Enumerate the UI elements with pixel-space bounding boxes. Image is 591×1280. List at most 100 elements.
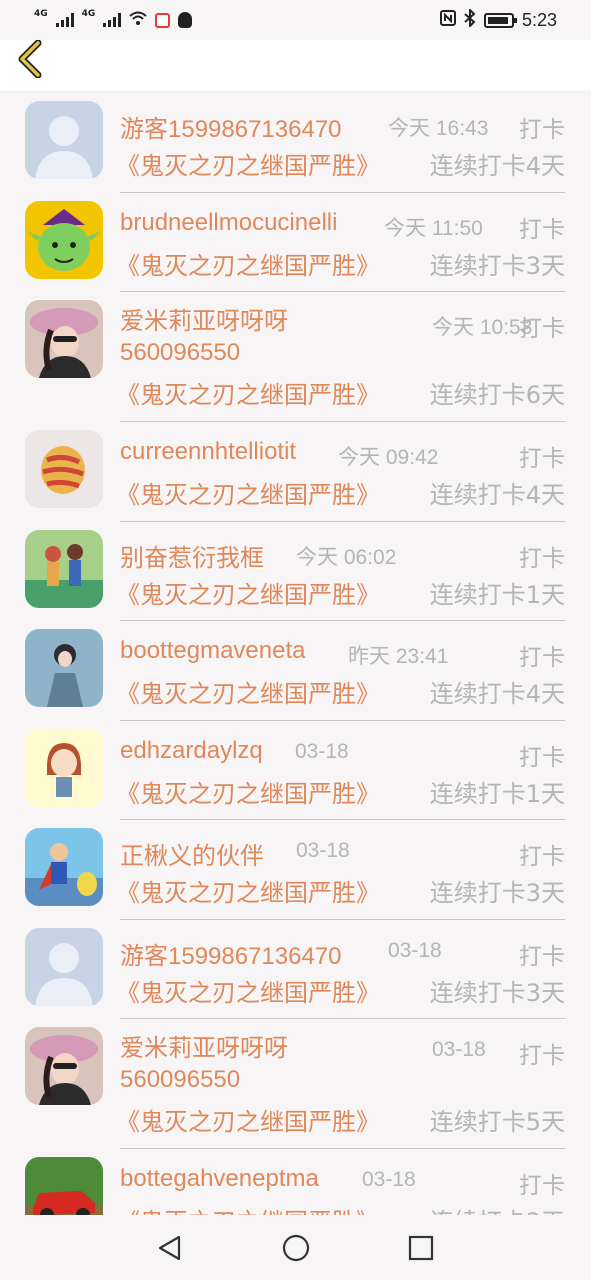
checkin-time: 03-18 — [296, 839, 350, 862]
checkin-time: 今天 11:50 — [384, 216, 483, 240]
circle-home-icon[interactable] — [281, 1233, 311, 1263]
battery-icon — [483, 12, 517, 28]
book-title[interactable]: 《鬼灭之刃之继国严胜》 — [116, 475, 380, 510]
list-item[interactable]: edhzardaylzq 03-18 打卡 《鬼灭之刃之继国严胜》 连续打卡1天 — [0, 721, 591, 820]
checkin-label: 打卡 — [519, 1172, 565, 1198]
checkin-time: 今天 16:43 — [388, 117, 489, 140]
notification-app-icon — [155, 12, 171, 28]
streak-text: 连续打卡4天 — [429, 481, 565, 509]
item-content: 正楸义的伙伴 03-18 打卡 《鬼灭之刃之继国严胜》 连续打卡3天 — [116, 820, 565, 920]
nfc-icon — [439, 10, 456, 30]
default-avatar[interactable] — [25, 927, 103, 1006]
streak-text: 连续打卡1天 — [429, 779, 565, 808]
user-name[interactable]: boottegmaveneta — [120, 637, 305, 665]
woman-hat-avatar[interactable] — [25, 300, 103, 378]
list-item[interactable]: 别奋惹衍我框 今天 06:02 打卡 《鬼灭之刃之继国严胜》 连续打卡1天 — [0, 522, 591, 621]
book-title[interactable]: 《鬼灭之刃之继国严胜》 — [116, 873, 380, 908]
user-name[interactable]: 正楸义的伙伴 — [120, 836, 264, 871]
streak-text: 连续打卡1天 — [429, 580, 565, 609]
checkin-time: 03-18 — [362, 1168, 416, 1191]
network-type-2: 4G — [81, 9, 96, 19]
book-title[interactable]: 《鬼灭之刃之继国严胜》 — [116, 674, 380, 709]
book-title[interactable]: 《鬼灭之刃之继国严胜》 — [116, 146, 380, 181]
checkin-label: 打卡 — [519, 743, 565, 770]
status-left: 4G 4G — [34, 9, 193, 29]
signal-icon — [55, 13, 74, 27]
item-content: brudneellmocucinelli 今天 11:50 打卡 《鬼灭之刃之继… — [116, 193, 565, 292]
user-name[interactable]: bottegahveneptma — [120, 1165, 319, 1193]
qq-icon — [178, 12, 193, 28]
checkin-label: 打卡 — [519, 644, 565, 670]
streak-text: 连续打卡3天 — [429, 978, 565, 1007]
list-item[interactable]: 游客1599867136470 今天 16:43 打卡 《鬼灭之刃之继国严胜》 … — [0, 93, 591, 193]
item-content: 别奋惹衍我框 今天 06:02 打卡 《鬼灭之刃之继国严胜》 连续打卡1天 — [116, 522, 565, 621]
book-title[interactable]: 《鬼灭之刃之继国严胜》 — [116, 774, 380, 809]
list-item[interactable]: bottegahveneptma 03-18 打卡 《鬼灭之刃之继国严胜》 连续… — [0, 1149, 591, 1215]
checkin-label: 打卡 — [519, 942, 565, 969]
checkin-list[interactable]: 游客1599867136470 今天 16:43 打卡 《鬼灭之刃之继国严胜》 … — [0, 93, 591, 1215]
streak-text: 连续打卡3天 — [429, 879, 565, 907]
status-right: 5:23 — [439, 7, 557, 31]
checkin-label: 打卡 — [519, 1042, 565, 1068]
item-content: 游客1599867136470 03-18 打卡 《鬼灭之刃之继国严胜》 连续打… — [116, 920, 565, 1019]
triangle-back-icon[interactable] — [155, 1233, 185, 1263]
user-name[interactable]: 爱米莉亚呀呀呀560096550 — [120, 1033, 320, 1095]
streak-text: 连续打卡3天 — [430, 1202, 565, 1215]
cartoon-girl-avatar[interactable] — [25, 728, 103, 807]
network-type-1: 4G — [34, 9, 48, 19]
book-title[interactable]: 《鬼灭之刃之继国严胜》 — [116, 1202, 380, 1215]
item-content: curreennhtelliotit 今天 09:42 打卡 《鬼灭之刃之继国严… — [116, 422, 565, 522]
user-name[interactable]: brudneellmocucinelli — [120, 209, 337, 237]
book-title[interactable]: 《鬼灭之刃之继国严胜》 — [116, 1102, 380, 1137]
streak-text: 连续打卡3天 — [429, 251, 565, 280]
status-bar: 4G 4G 5:23 — [0, 0, 591, 40]
checkin-time: 03-18 — [432, 1038, 486, 1061]
wifi-icon — [129, 11, 147, 29]
superhero-avatar[interactable] — [25, 828, 103, 906]
user-name[interactable]: 游客1599867136470 — [120, 936, 342, 971]
checkin-label: 打卡 — [519, 116, 565, 142]
green-monster-avatar[interactable] — [25, 200, 103, 279]
book-title[interactable]: 《鬼灭之刃之继国严胜》 — [116, 246, 380, 281]
header — [0, 39, 591, 92]
list-item[interactable]: 爱米莉亚呀呀呀560096550 03-18 打卡 《鬼灭之刃之继国严胜》 连续… — [0, 1019, 591, 1149]
red-car-avatar[interactable] — [25, 1157, 103, 1215]
book-title[interactable]: 《鬼灭之刃之继国严胜》 — [116, 375, 380, 410]
list-item[interactable]: curreennhtelliotit 今天 09:42 打卡 《鬼灭之刃之继国严… — [0, 422, 591, 522]
checkin-label: 打卡 — [519, 843, 565, 869]
status-time: 5:23 — [521, 9, 557, 30]
book-title[interactable]: 《鬼灭之刃之继国严胜》 — [116, 973, 380, 1008]
streak-text: 连续打卡4天 — [429, 680, 565, 708]
book-title[interactable]: 《鬼灭之刃之继国严胜》 — [116, 575, 380, 610]
list-item[interactable]: brudneellmocucinelli 今天 11:50 打卡 《鬼灭之刃之继… — [0, 193, 591, 292]
default-avatar[interactable] — [25, 101, 103, 179]
streak-text: 连续打卡5天 — [429, 1108, 565, 1136]
signal-icon — [103, 13, 122, 27]
system-nav-bar — [0, 1215, 591, 1280]
couple-avatar[interactable] — [25, 529, 103, 608]
checkin-label: 打卡 — [519, 215, 565, 242]
user-name[interactable]: 别奋惹衍我框 — [120, 538, 264, 573]
woman-hat-avatar[interactable] — [25, 1027, 103, 1105]
list-item[interactable]: boottegmaveneta 昨天 23:41 打卡 《鬼灭之刃之继国严胜》 … — [0, 621, 591, 721]
checkin-time: 今天 10:53 — [432, 316, 533, 339]
list-item[interactable]: 游客1599867136470 03-18 打卡 《鬼灭之刃之继国严胜》 连续打… — [0, 920, 591, 1019]
item-content: boottegmaveneta 昨天 23:41 打卡 《鬼灭之刃之继国严胜》 … — [116, 621, 565, 721]
user-name[interactable]: curreennhtelliotit — [120, 438, 296, 466]
list-item[interactable]: 正楸义的伙伴 03-18 打卡 《鬼灭之刃之继国严胜》 连续打卡3天 — [0, 820, 591, 920]
user-name[interactable]: edhzardaylzq — [120, 737, 263, 765]
list-item[interactable]: 爱米莉亚呀呀呀560096550 今天 10:53 打卡 《鬼灭之刃之继国严胜》… — [0, 292, 591, 422]
shell-avatar[interactable] — [25, 430, 103, 508]
user-name[interactable]: 游客1599867136470 — [120, 109, 342, 144]
checkin-time: 03-18 — [295, 739, 349, 763]
chevron-left-icon[interactable] — [14, 39, 50, 79]
streak-text: 连续打卡4天 — [429, 152, 565, 180]
checkin-time: 今天 09:42 — [338, 446, 439, 469]
checkin-label: 打卡 — [519, 315, 565, 341]
square-recents-icon[interactable] — [406, 1233, 436, 1263]
item-content: 爱米莉亚呀呀呀560096550 03-18 打卡 《鬼灭之刃之继国严胜》 连续… — [116, 1019, 565, 1149]
checkin-time: 03-18 — [388, 938, 442, 962]
user-name[interactable]: 爱米莉亚呀呀呀560096550 — [120, 306, 320, 368]
checkin-label: 打卡 — [519, 544, 565, 571]
girl-photo-avatar[interactable] — [25, 629, 103, 707]
